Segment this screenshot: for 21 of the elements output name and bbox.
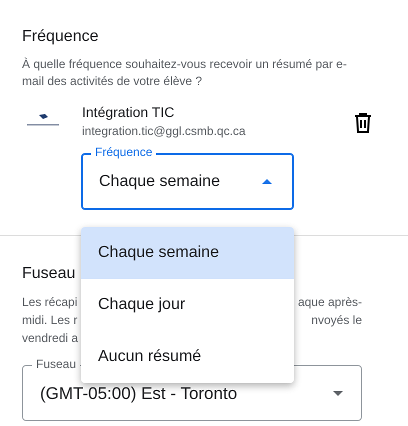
caret-icon xyxy=(262,179,272,184)
logo-icon xyxy=(25,113,61,127)
guardian-email: integration.tic@ggl.csmb.qc.ca xyxy=(82,123,247,139)
description-text: midi. Les r xyxy=(22,312,78,329)
menu-option[interactable]: Aucun résumé xyxy=(81,331,294,383)
description-text: vendredi a xyxy=(22,330,78,347)
section-title: Fréquence xyxy=(22,27,100,47)
description-text: nvoyés le xyxy=(311,312,362,329)
guardian-name: Intégration TIC xyxy=(82,103,176,121)
select-label: Fréquence xyxy=(91,145,156,159)
menu-option[interactable]: Chaque semaine xyxy=(81,227,294,279)
section-description: À quelle fréquence souhaitez-vous recevoir un résumé par e-mail des activités de votre élève ? xyxy=(22,56,348,90)
trash-icon[interactable] xyxy=(354,113,372,133)
select-label: Fuseau xyxy=(32,357,80,371)
section-title: Fuseau xyxy=(22,264,76,284)
description-text: Les récapi xyxy=(22,294,78,311)
menu-option[interactable]: Chaque jour xyxy=(81,279,294,331)
select-value: Chaque semaine xyxy=(99,172,221,192)
caret-icon xyxy=(333,390,343,396)
description-text: aque après- xyxy=(298,294,362,311)
select-value: (GMT-05:00) Est - Toronto xyxy=(40,383,238,404)
